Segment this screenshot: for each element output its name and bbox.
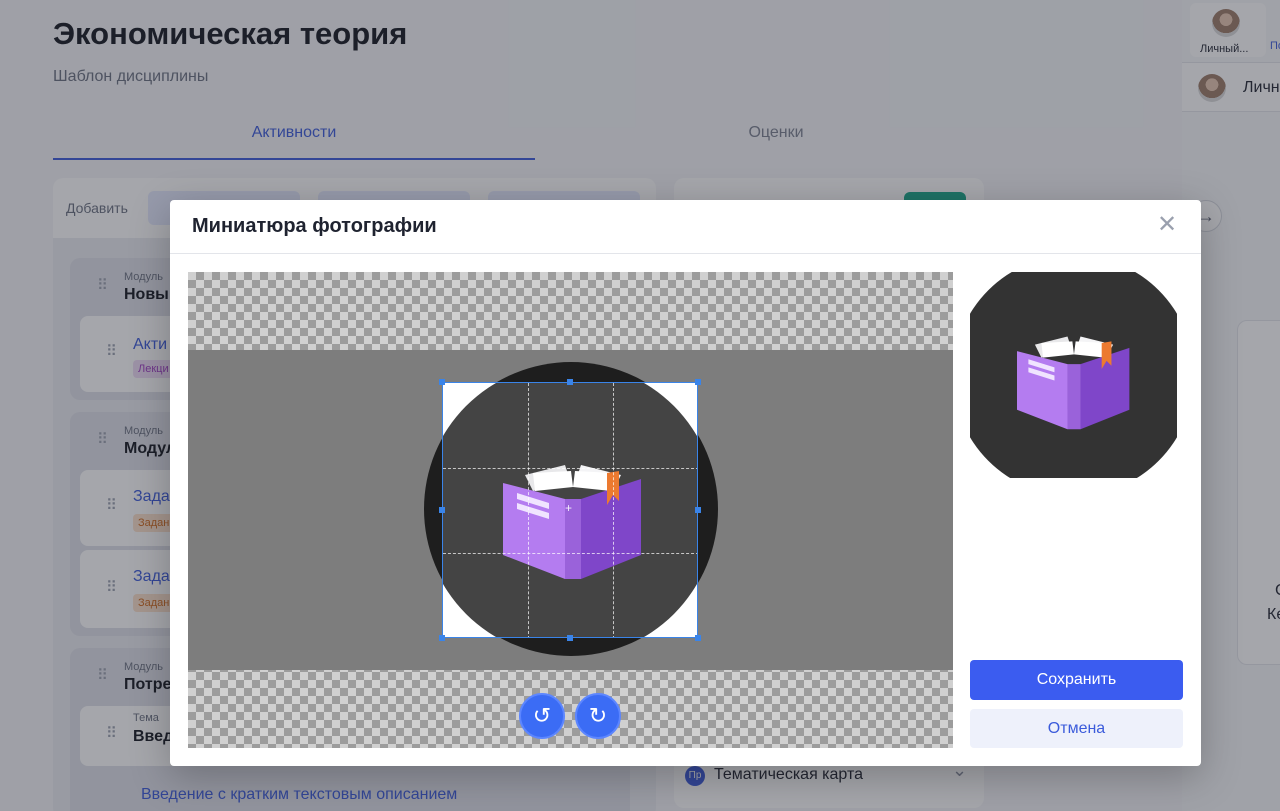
crop-grid-line (613, 383, 614, 637)
crop-handle-top-left[interactable] (439, 379, 445, 385)
photo-thumbnail-dialog: Миниатюра фотографии ✕ + ↺ ↻ Сохранить О… (170, 200, 1201, 766)
crop-grid-line (443, 468, 697, 469)
book-icon (503, 465, 641, 579)
crop-grid-line (528, 383, 529, 637)
rotate-right-icon: ↻ (588, 703, 608, 728)
crop-selection[interactable]: + (442, 382, 698, 638)
image-crop-editor[interactable]: + ↺ ↻ (188, 272, 953, 748)
crop-handle-top[interactable] (567, 379, 573, 385)
save-button[interactable]: Сохранить (970, 660, 1183, 700)
crop-handle-bottom[interactable] (567, 635, 573, 641)
close-icon[interactable]: ✕ (1154, 212, 1180, 238)
rotate-right-button[interactable]: ↻ (575, 693, 621, 739)
dialog-header: Миниатюра фотографии ✕ (170, 200, 1201, 254)
crop-handle-left[interactable] (439, 507, 445, 513)
book-icon (1017, 336, 1130, 430)
thumbnail-preview (970, 272, 1177, 478)
crop-handle-top-right[interactable] (695, 379, 701, 385)
dialog-title: Миниатюра фотографии (192, 215, 437, 237)
rotate-left-button[interactable]: ↺ (519, 693, 565, 739)
crop-handle-right[interactable] (695, 507, 701, 513)
rotate-left-icon: ↺ (532, 703, 552, 728)
crop-handle-bottom-right[interactable] (695, 635, 701, 641)
cancel-button[interactable]: Отмена (970, 709, 1183, 748)
crop-grid-line (443, 553, 697, 554)
crop-center-icon: + (565, 501, 573, 515)
crop-handle-bottom-left[interactable] (439, 635, 445, 641)
